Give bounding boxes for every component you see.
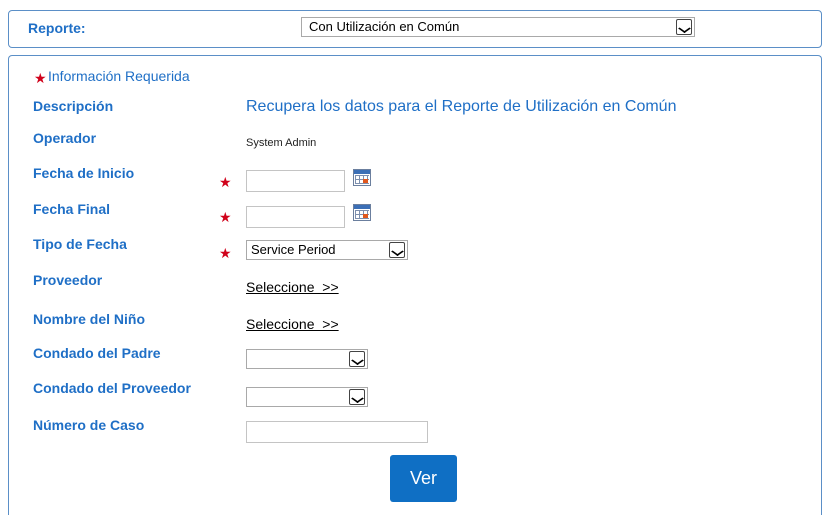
- calendar-icon[interactable]: [353, 169, 371, 186]
- provider-label: Proveedor: [33, 272, 103, 288]
- report-select-value: Con Utilización en Común: [309, 19, 460, 34]
- end-date-input[interactable]: [246, 206, 345, 228]
- chevron-down-icon[interactable]: [349, 389, 365, 405]
- date-type-select-value: Service Period: [251, 242, 336, 257]
- operator-value: System Admin: [246, 137, 317, 149]
- provider-county-select[interactable]: [246, 387, 368, 407]
- required-star-icon: ★: [219, 245, 232, 261]
- report-form-panel: [8, 55, 822, 515]
- chevron-down-icon[interactable]: [389, 242, 405, 258]
- parent-county-select[interactable]: [246, 349, 368, 369]
- case-number-input[interactable]: [246, 421, 428, 443]
- parent-county-label: Condado del Padre: [33, 345, 161, 361]
- calendar-icon[interactable]: [353, 204, 371, 221]
- chevron-down-icon[interactable]: [676, 19, 692, 35]
- provider-county-label: Condado del Proveedor: [33, 380, 191, 396]
- chevron-down-icon[interactable]: [349, 351, 365, 367]
- required-star-icon: ★: [219, 209, 232, 225]
- child-name-label: Nombre del Niño: [33, 311, 146, 327]
- required-star-icon: ★: [34, 70, 47, 86]
- end-date-label: Fecha Final: [33, 201, 111, 217]
- description-value: Recupera los datos para el Reporte de Ut…: [246, 98, 677, 115]
- report-label: Reporte:: [28, 20, 86, 36]
- operator-label: Operador: [33, 130, 97, 146]
- date-type-select[interactable]: Service Period: [246, 240, 408, 260]
- required-star-icon: ★: [219, 174, 232, 190]
- start-date-label: Fecha de Inicio: [33, 165, 135, 181]
- report-selector-panel: Reporte: Con Utilización en Común: [8, 10, 822, 48]
- required-info-label: Información Requerida: [48, 68, 190, 84]
- start-date-input[interactable]: [246, 170, 345, 192]
- description-label: Descripción: [33, 98, 114, 114]
- case-number-label: Número de Caso: [33, 417, 145, 433]
- view-button[interactable]: Ver: [390, 455, 457, 502]
- child-name-select-link[interactable]: Seleccione >>: [246, 316, 339, 332]
- report-select[interactable]: Con Utilización en Común: [301, 17, 695, 37]
- date-type-label: Tipo de Fecha: [33, 236, 127, 252]
- provider-select-link[interactable]: Seleccione >>: [246, 279, 339, 295]
